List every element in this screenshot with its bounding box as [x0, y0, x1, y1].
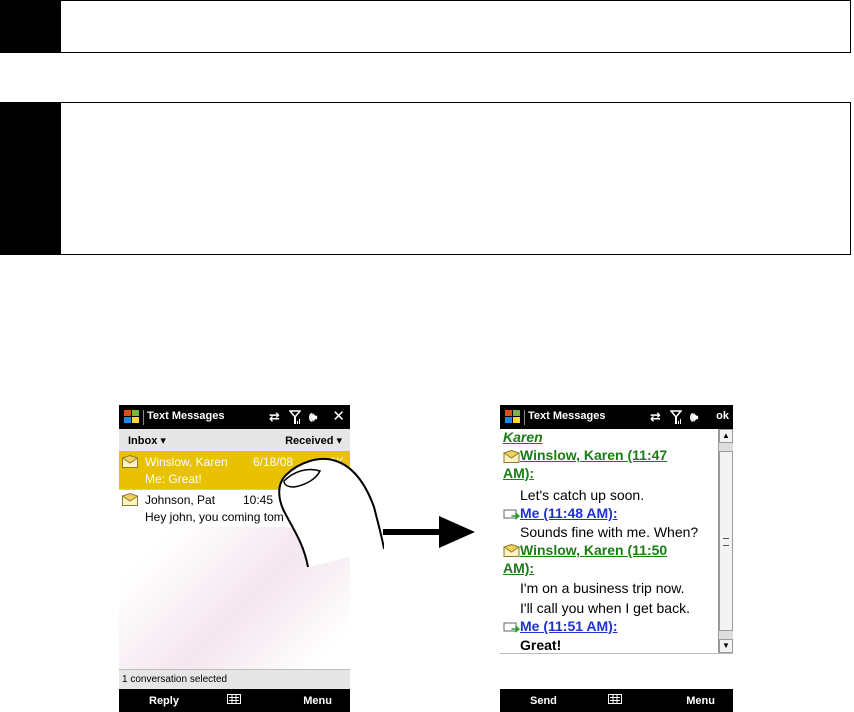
envelope-icon: [122, 455, 138, 468]
windows-logo-icon[interactable]: [123, 409, 140, 425]
message-header-cont[interactable]: AM):: [503, 465, 534, 481]
selection-status: 1 conversation selected: [122, 674, 228, 685]
keyboard-icon[interactable]: [608, 694, 622, 704]
sync-icon: ⇄: [269, 409, 280, 424]
conversation-scrollbar[interactable]: ▲ ▼: [718, 429, 733, 653]
scroll-down-arrow-icon[interactable]: ▼: [719, 639, 733, 653]
envelope-icon: [122, 493, 138, 506]
scroll-up-arrow-icon[interactable]: ▲: [719, 429, 733, 443]
message-preview: Hey john, you coming tom: [145, 510, 284, 524]
folder-dropdown[interactable]: Inbox ▾: [128, 434, 166, 447]
message-header[interactable]: Winslow, Karen (11:47: [520, 447, 667, 463]
title-bar: Text Messages ⇄ 🕪 ok: [500, 405, 733, 429]
message-body: I'll call you when I get back.: [520, 600, 690, 616]
message-header[interactable]: Winslow, Karen (11:50: [520, 542, 667, 558]
speaker-icon: 🕪: [690, 409, 699, 424]
reply-softkey[interactable]: Reply: [149, 695, 179, 707]
message-body: Great!: [520, 637, 562, 653]
close-icon[interactable]: ✕: [332, 407, 345, 425]
menu-softkey[interactable]: Menu: [686, 695, 715, 707]
message-body: Sounds fine with me. When?: [520, 524, 699, 540]
message-body: Let's catch up soon.: [520, 487, 645, 503]
conversation-thread[interactable]: Karen Winslow, Karen (11:47 AM): Let's c…: [500, 429, 717, 653]
phone-screen-conversation: Text Messages ⇄ 🕪 ok Karen Winslow, Kare…: [500, 405, 733, 712]
message-body: I'm on a business trip now.: [520, 580, 685, 596]
contact-name[interactable]: Karen: [503, 429, 543, 445]
send-softkey[interactable]: Send: [530, 695, 557, 707]
sent-message-icon: [503, 622, 520, 633]
signal-icon: [289, 410, 301, 424]
compose-area-divider: [500, 653, 733, 654]
sent-message-icon: [503, 509, 520, 520]
app-title: Text Messages: [528, 410, 606, 422]
note-box-tab: [1, 103, 61, 254]
status-bar: 1 conversation selected: [119, 669, 350, 690]
speaker-icon: 🕪: [309, 409, 318, 424]
message-header-cont[interactable]: AM):: [503, 560, 534, 576]
sender-name: Johnson, Pat: [145, 493, 216, 507]
arrow-right-icon: [383, 516, 475, 548]
keyboard-icon[interactable]: [227, 694, 241, 704]
title-bar: Text Messages ⇄ 🕪 ✕: [119, 405, 350, 429]
finger-tap-icon: [278, 457, 384, 568]
message-preview: Me: Great!: [145, 472, 202, 486]
received-message-icon: [503, 450, 520, 463]
sender-name: Winslow, Karen: [145, 455, 228, 469]
windows-logo-icon[interactable]: [504, 409, 521, 425]
softkey-bar: Send Menu: [500, 689, 733, 712]
received-message-icon: [503, 544, 520, 557]
note-box-2: [0, 102, 851, 255]
ok-button[interactable]: ok: [716, 410, 729, 422]
sync-icon: ⇄: [650, 409, 661, 424]
signal-icon: [670, 410, 682, 424]
menu-softkey[interactable]: Menu: [303, 695, 332, 707]
message-header[interactable]: Me (11:51 AM):: [520, 618, 618, 634]
message-header[interactable]: Me (11:48 AM):: [520, 505, 618, 521]
note-box-1: [0, 0, 851, 53]
app-title: Text Messages: [147, 410, 225, 422]
note-box-tab: [1, 1, 61, 52]
scroll-thumb[interactable]: [719, 451, 733, 631]
softkey-bar: Reply Menu: [119, 689, 350, 712]
